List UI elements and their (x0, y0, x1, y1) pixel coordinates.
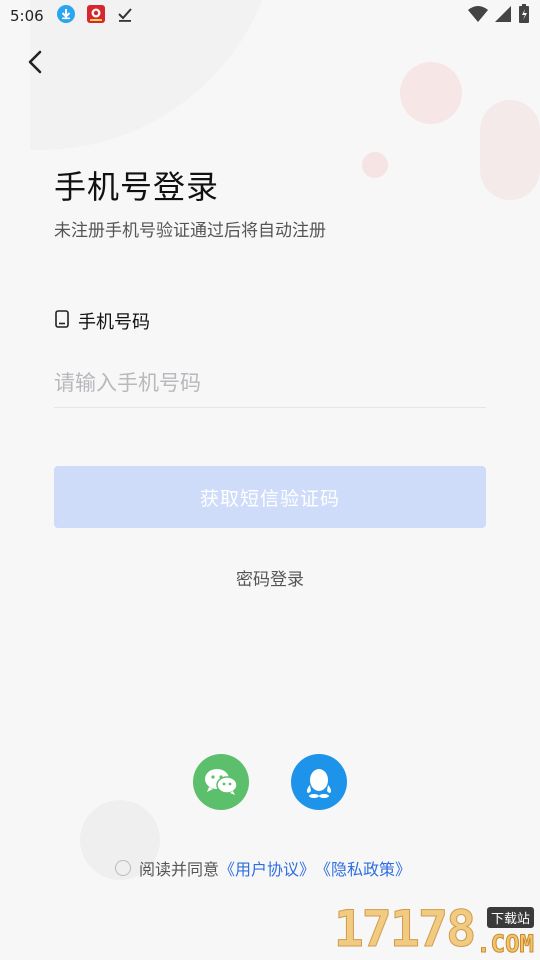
app-notification-icon (86, 4, 106, 28)
qq-login-button[interactable] (291, 754, 347, 810)
user-agreement-link[interactable]: 《用户协议》 (219, 856, 315, 880)
phone-field-label: 手机号码 (54, 308, 150, 334)
phone-field-label-text: 手机号码 (78, 312, 150, 333)
back-button[interactable] (22, 48, 50, 76)
get-sms-code-button[interactable]: 获取短信验证码 (54, 466, 486, 528)
phone-icon (54, 309, 70, 333)
wechat-login-button[interactable] (193, 754, 249, 810)
background-decoration (400, 62, 462, 124)
download-icon (56, 4, 76, 28)
qq-icon (306, 769, 332, 798)
page-subtitle: 未注册手机号验证通过后将自动注册 (54, 221, 326, 241)
watermark-tag: 下载站 (486, 907, 534, 928)
chevron-left-icon (28, 50, 42, 74)
wifi-icon (468, 5, 488, 27)
battery-icon (518, 4, 530, 28)
signal-icon (494, 5, 512, 27)
password-login-link[interactable]: 密码登录 (0, 565, 540, 590)
status-bar: 5:06 (0, 0, 540, 32)
agreement-row: 阅读并同意 《用户协议》 《隐私政策》 (115, 856, 411, 880)
status-time: 5:06 (10, 7, 44, 25)
privacy-policy-link[interactable]: 《隐私政策》 (315, 856, 411, 880)
background-decoration (480, 100, 540, 200)
wechat-icon (205, 769, 238, 795)
agreement-prefix: 阅读并同意 (139, 860, 220, 879)
watermark-suffix: .COM (476, 930, 535, 959)
watermark-number: 17178 (333, 900, 477, 959)
agreement-checkbox[interactable] (115, 860, 131, 876)
input-underline (54, 407, 486, 408)
page-title: 手机号登录 (54, 168, 220, 206)
background-decoration (362, 152, 388, 178)
check-icon (116, 5, 134, 27)
site-watermark: 17178 下载站 .COM (333, 900, 535, 959)
phone-input[interactable] (54, 360, 486, 406)
